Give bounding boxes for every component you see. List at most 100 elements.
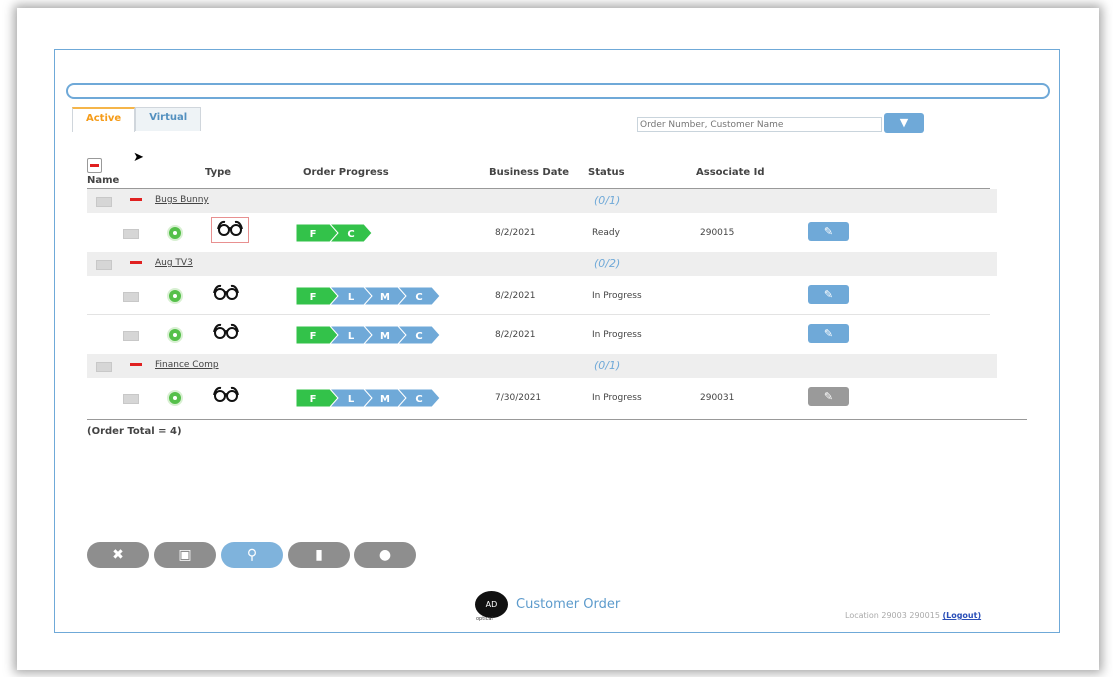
progress-step-label: L <box>348 394 355 405</box>
progress-step-label: C <box>415 394 422 405</box>
progress-step-label: F <box>310 394 317 405</box>
edit-button[interactable]: ✎ <box>808 324 849 343</box>
collapse-group-icon[interactable] <box>130 363 142 366</box>
edit-button[interactable]: ✎ <box>808 285 849 304</box>
progress-step-label: L <box>348 331 355 342</box>
status-dot-icon <box>167 288 183 304</box>
associate-id: 290031 <box>700 393 735 403</box>
location-text: Location 29003 290015 <box>845 611 943 620</box>
associate-id: 290015 <box>700 228 735 238</box>
progress-step-label: F <box>310 229 317 240</box>
tab-virtual[interactable]: Virtual <box>135 107 202 131</box>
order-total: (Order Total = 4) <box>87 426 182 437</box>
status-dot-icon <box>167 390 183 406</box>
order-status: Ready <box>592 228 620 238</box>
collapse-all-button[interactable] <box>87 158 102 173</box>
progress-step <box>295 223 339 243</box>
order-status: In Progress <box>592 291 642 301</box>
order-checkbox[interactable] <box>123 292 139 302</box>
column-header-name: Name <box>87 175 120 186</box>
header-bar <box>66 83 1050 99</box>
group-checkbox[interactable] <box>96 362 112 372</box>
close-icon: ✖ <box>112 547 124 563</box>
order-checkbox[interactable] <box>123 229 139 239</box>
collapse-group-icon[interactable] <box>130 261 142 264</box>
edit-button[interactable]: ✎ <box>808 222 849 241</box>
group-count: (0/1) <box>594 194 621 207</box>
progress-step-label: C <box>347 229 354 240</box>
progress-step <box>295 388 339 408</box>
calculator-icon: ▮ <box>315 547 323 563</box>
calendar-button[interactable]: ▣ <box>154 542 216 568</box>
group-name-link[interactable]: Bugs Bunny <box>155 195 209 205</box>
group-count: (0/1) <box>594 359 621 372</box>
business-date: 7/30/2021 <box>495 393 542 403</box>
progress-step-label: F <box>310 292 317 303</box>
search-input[interactable] <box>637 117 882 132</box>
group-row <box>87 354 997 378</box>
chat-button[interactable]: ● <box>354 542 416 568</box>
status-dot-icon <box>167 225 183 241</box>
group-checkbox[interactable] <box>96 197 112 207</box>
progress-step-label: C <box>415 331 422 342</box>
eyeglasses-icon <box>212 284 240 304</box>
order-checkbox[interactable] <box>123 394 139 404</box>
collapse-group-icon[interactable] <box>130 198 142 201</box>
filter-button[interactable]: ▼ <box>884 113 924 133</box>
order-progress-bar: FLMC <box>295 388 441 408</box>
edit-button[interactable]: ✎ <box>808 387 849 406</box>
tab-active[interactable]: Active <box>72 107 136 132</box>
progress-step-label: F <box>310 331 317 342</box>
order-progress-bar: FLMC <box>295 325 441 345</box>
eyeglasses-icon <box>211 217 249 243</box>
close-button[interactable]: ✖ <box>87 542 149 568</box>
row-divider <box>87 314 990 315</box>
eyeglasses-icon <box>212 386 240 406</box>
company-logo-subtitle: optical <box>476 616 493 622</box>
order-progress-bar: FC <box>295 223 373 243</box>
filter-funnel-icon: ▼ <box>899 116 909 129</box>
pencil-icon: ✎ <box>823 225 834 238</box>
calculator-button[interactable]: ▮ <box>288 542 350 568</box>
progress-step-label: L <box>348 292 355 303</box>
column-header-associate: Associate Id <box>696 167 765 178</box>
progress-step <box>295 286 339 306</box>
business-date: 8/2/2021 <box>495 330 536 340</box>
search-button[interactable]: ⚲ <box>221 542 283 568</box>
business-date: 8/2/2021 <box>495 228 536 238</box>
progress-step <box>295 325 339 345</box>
company-logo: AD <box>475 591 508 618</box>
group-row <box>87 252 997 276</box>
order-checkbox[interactable] <box>123 331 139 341</box>
app-title: Customer Order <box>516 597 621 612</box>
progress-step-label: M <box>380 292 390 303</box>
column-header-status: Status <box>588 167 625 178</box>
column-header-type: Type <box>205 167 232 178</box>
order-status: In Progress <box>592 393 642 403</box>
pencil-icon: ✎ <box>823 390 834 403</box>
column-header-progress: Order Progress <box>303 167 389 178</box>
pencil-icon: ✎ <box>823 327 834 340</box>
eyeglasses-icon <box>212 323 240 343</box>
chat-icon: ● <box>378 547 392 563</box>
group-name-link[interactable]: Aug TV3 <box>155 258 193 268</box>
column-header-business-date: Business Date <box>489 167 570 178</box>
location-info: Location 29003 290015 (Logout) <box>845 611 981 620</box>
group-checkbox[interactable] <box>96 260 112 270</box>
progress-step-label: M <box>380 394 390 405</box>
table-bottom-divider <box>87 419 1027 420</box>
progress-step-label: C <box>415 292 422 303</box>
business-date: 8/2/2021 <box>495 291 536 301</box>
progress-step-label: M <box>380 331 390 342</box>
group-count: (0/2) <box>594 257 621 270</box>
group-row <box>87 189 997 213</box>
tab-bar: Active Virtual <box>72 107 202 132</box>
order-status: In Progress <box>592 330 642 340</box>
status-dot-icon <box>167 327 183 343</box>
calendar-icon: ▣ <box>178 547 192 563</box>
logout-link[interactable]: (Logout) <box>942 611 981 620</box>
search-icon: ⚲ <box>246 547 258 563</box>
order-progress-bar: FLMC <box>295 286 441 306</box>
group-name-link[interactable]: Finance Comp <box>155 360 219 370</box>
pencil-icon: ✎ <box>823 288 834 301</box>
